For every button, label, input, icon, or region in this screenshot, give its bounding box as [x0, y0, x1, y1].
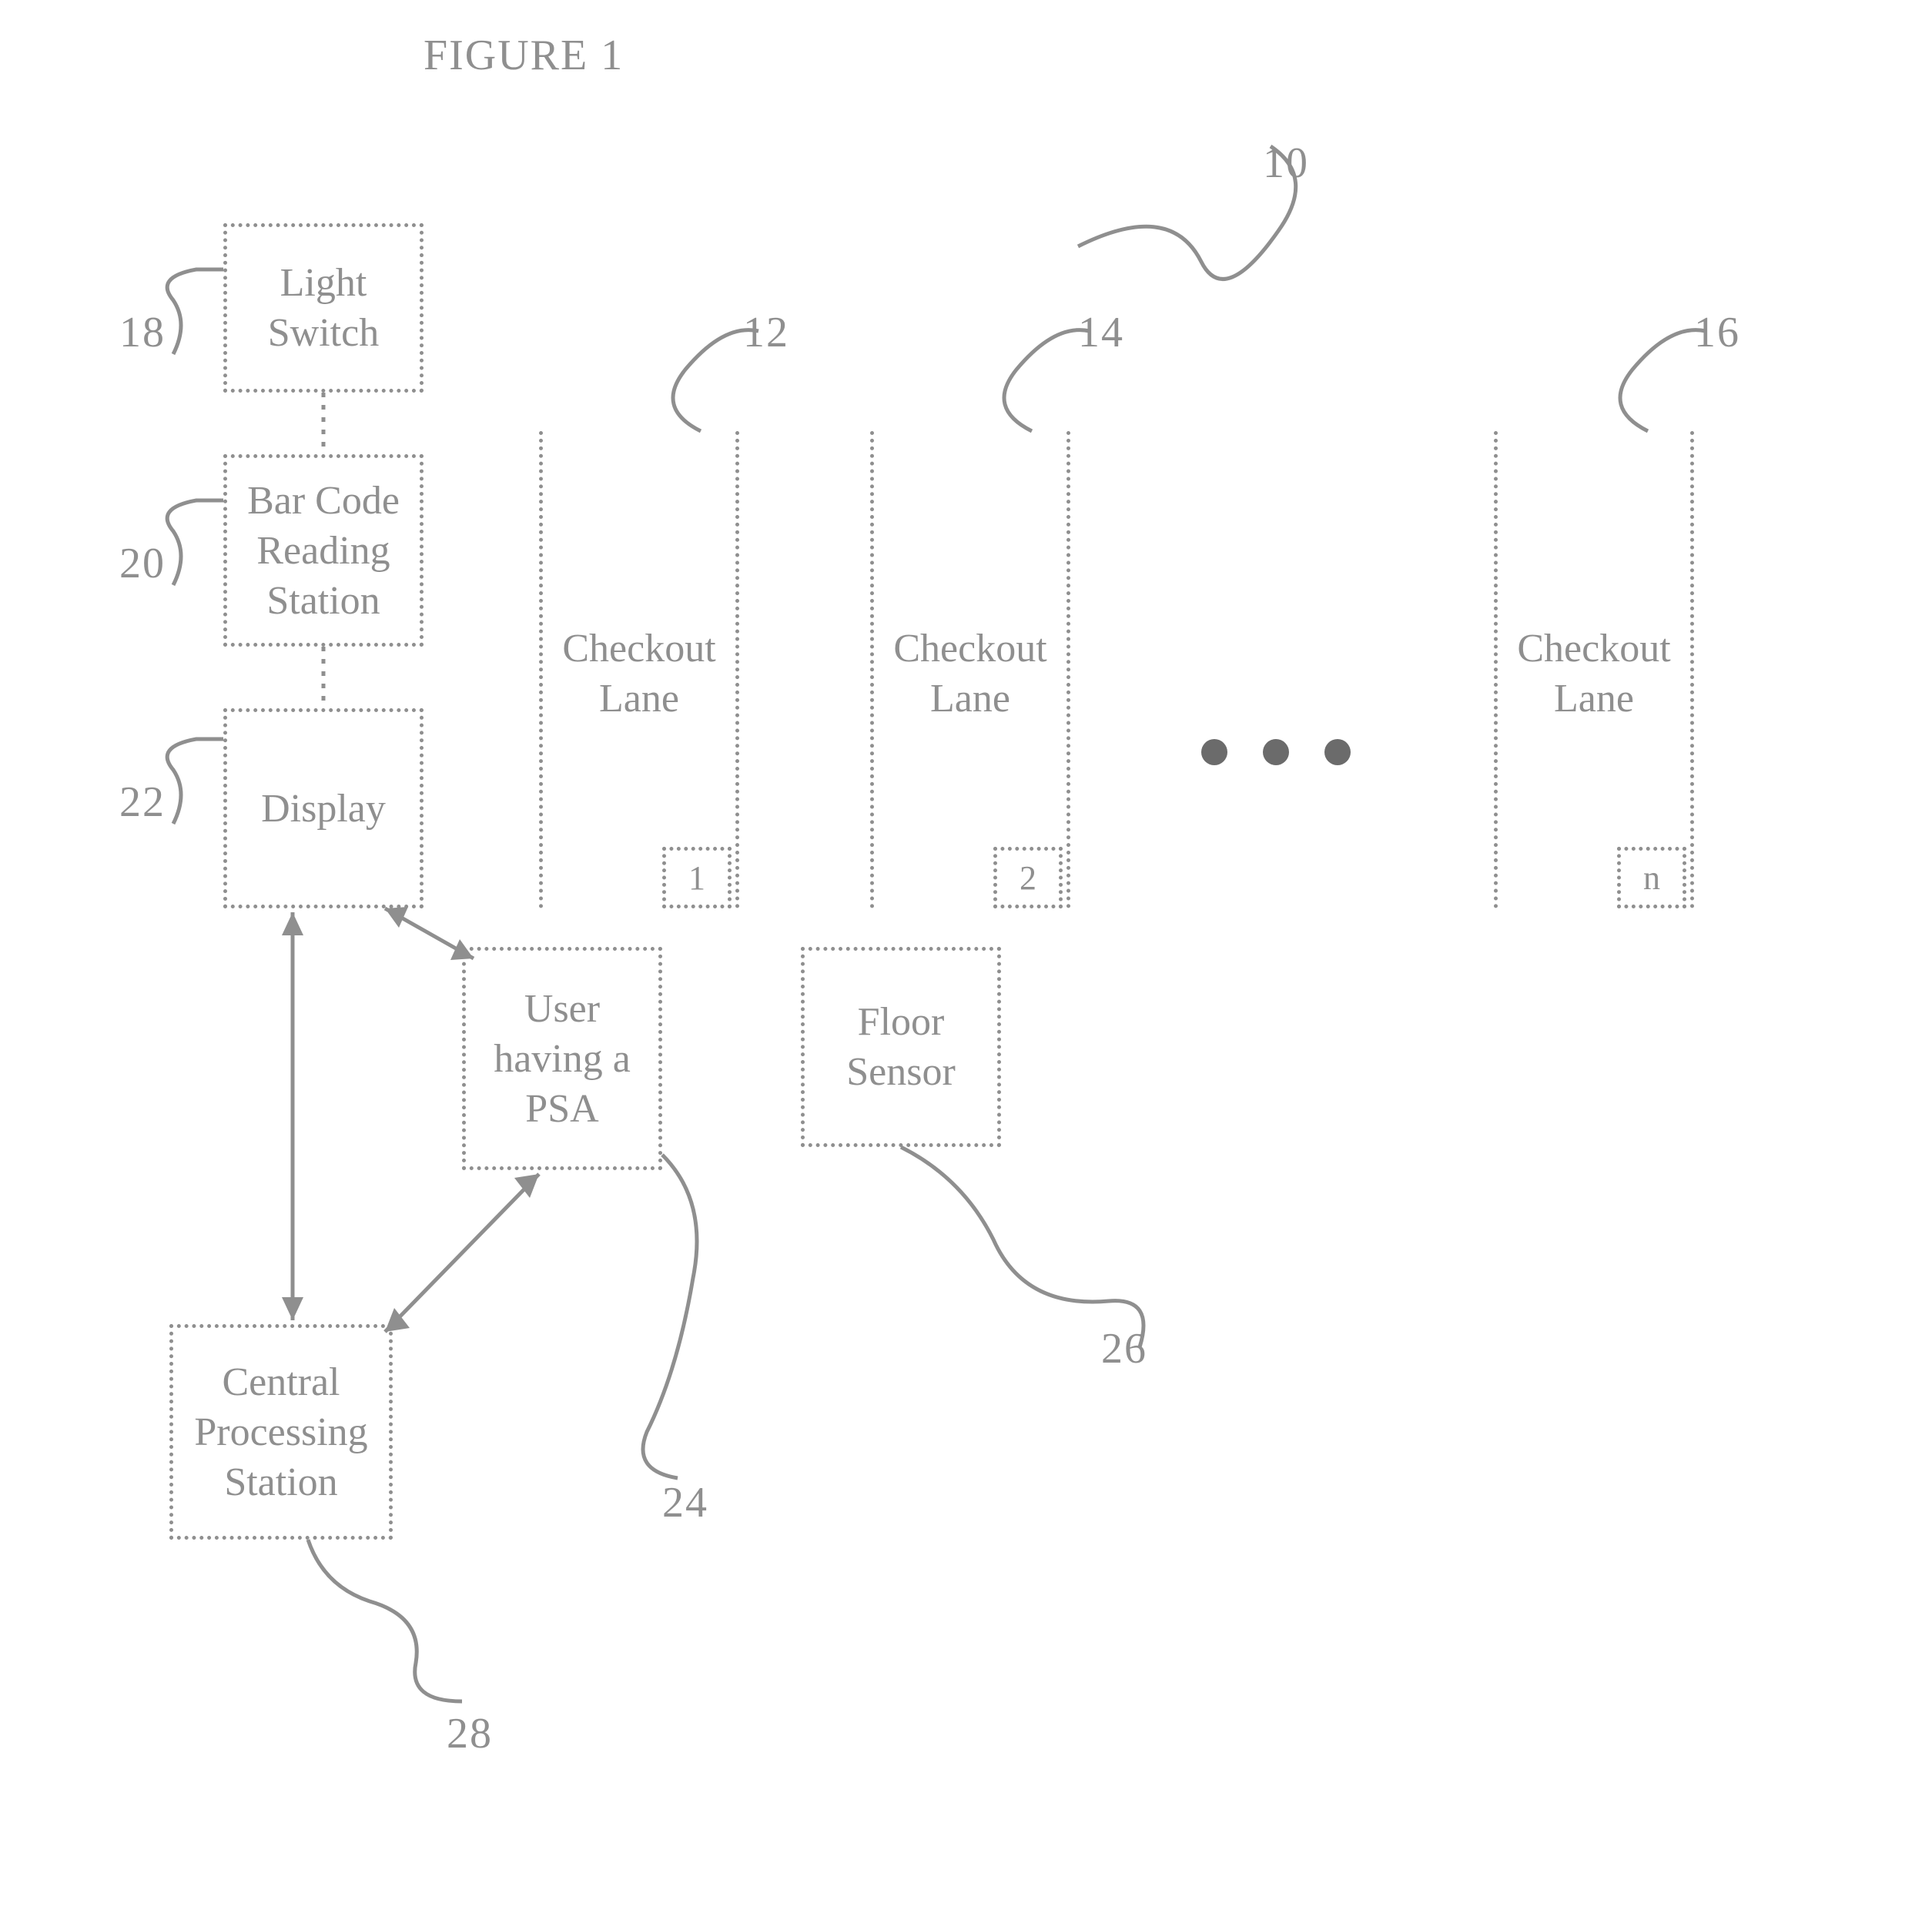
box-user-psa: Userhaving aPSA: [462, 947, 662, 1170]
arrow-user-central: [385, 1174, 539, 1332]
ref-26: 26: [1101, 1324, 1147, 1373]
lane-label: CheckoutLane: [870, 624, 1070, 724]
ref-24: 24: [662, 1478, 708, 1527]
ref-18: 18: [119, 308, 166, 357]
checkout-lane-1: CheckoutLane 1: [539, 431, 739, 908]
leadline-24: [643, 1155, 697, 1478]
ellipsis-dot: [1201, 739, 1227, 765]
box-central-processing-station: CentralProcessingStation: [169, 1324, 393, 1540]
ref-22: 22: [119, 778, 166, 827]
ref-14: 14: [1078, 308, 1124, 357]
figure-title: FIGURE 1: [424, 31, 624, 80]
box-display: Display: [223, 708, 424, 908]
checkout-lane-n: CheckoutLane n: [1494, 431, 1694, 908]
leadline-20: [167, 500, 223, 585]
leadline-22: [167, 739, 223, 824]
ellipsis-dot: [1263, 739, 1289, 765]
checkout-lane-2: CheckoutLane 2: [870, 431, 1070, 908]
lane-label: CheckoutLane: [1494, 624, 1694, 724]
lane-number-n: n: [1617, 847, 1686, 908]
ref-16: 16: [1694, 308, 1740, 357]
box-bar-code-reading-station: Bar CodeReadingStation: [223, 454, 424, 647]
box-light-switch: LightSwitch: [223, 223, 424, 393]
lane-number-2: 2: [993, 847, 1063, 908]
lane-label: CheckoutLane: [539, 624, 739, 724]
lane-number-1: 1: [662, 847, 732, 908]
ellipsis-dot: [1324, 739, 1351, 765]
leadline-26: [901, 1147, 1143, 1347]
box-floor-sensor: FloorSensor: [801, 947, 1001, 1147]
leadline-14: [1004, 330, 1090, 431]
arrow-display-user: [385, 907, 474, 960]
ref-28: 28: [447, 1709, 493, 1758]
ref-12: 12: [743, 308, 789, 357]
arrow-display-central: [282, 912, 303, 1320]
diagram-canvas: FIGURE 1 10 12 14 16 18 20 22 24 26 28 L…: [0, 0, 1932, 1930]
leadline-16: [1620, 330, 1706, 431]
ref-10: 10: [1263, 139, 1309, 188]
leadline-18: [167, 269, 223, 354]
ref-20: 20: [119, 539, 166, 588]
leadline-28: [308, 1540, 462, 1701]
